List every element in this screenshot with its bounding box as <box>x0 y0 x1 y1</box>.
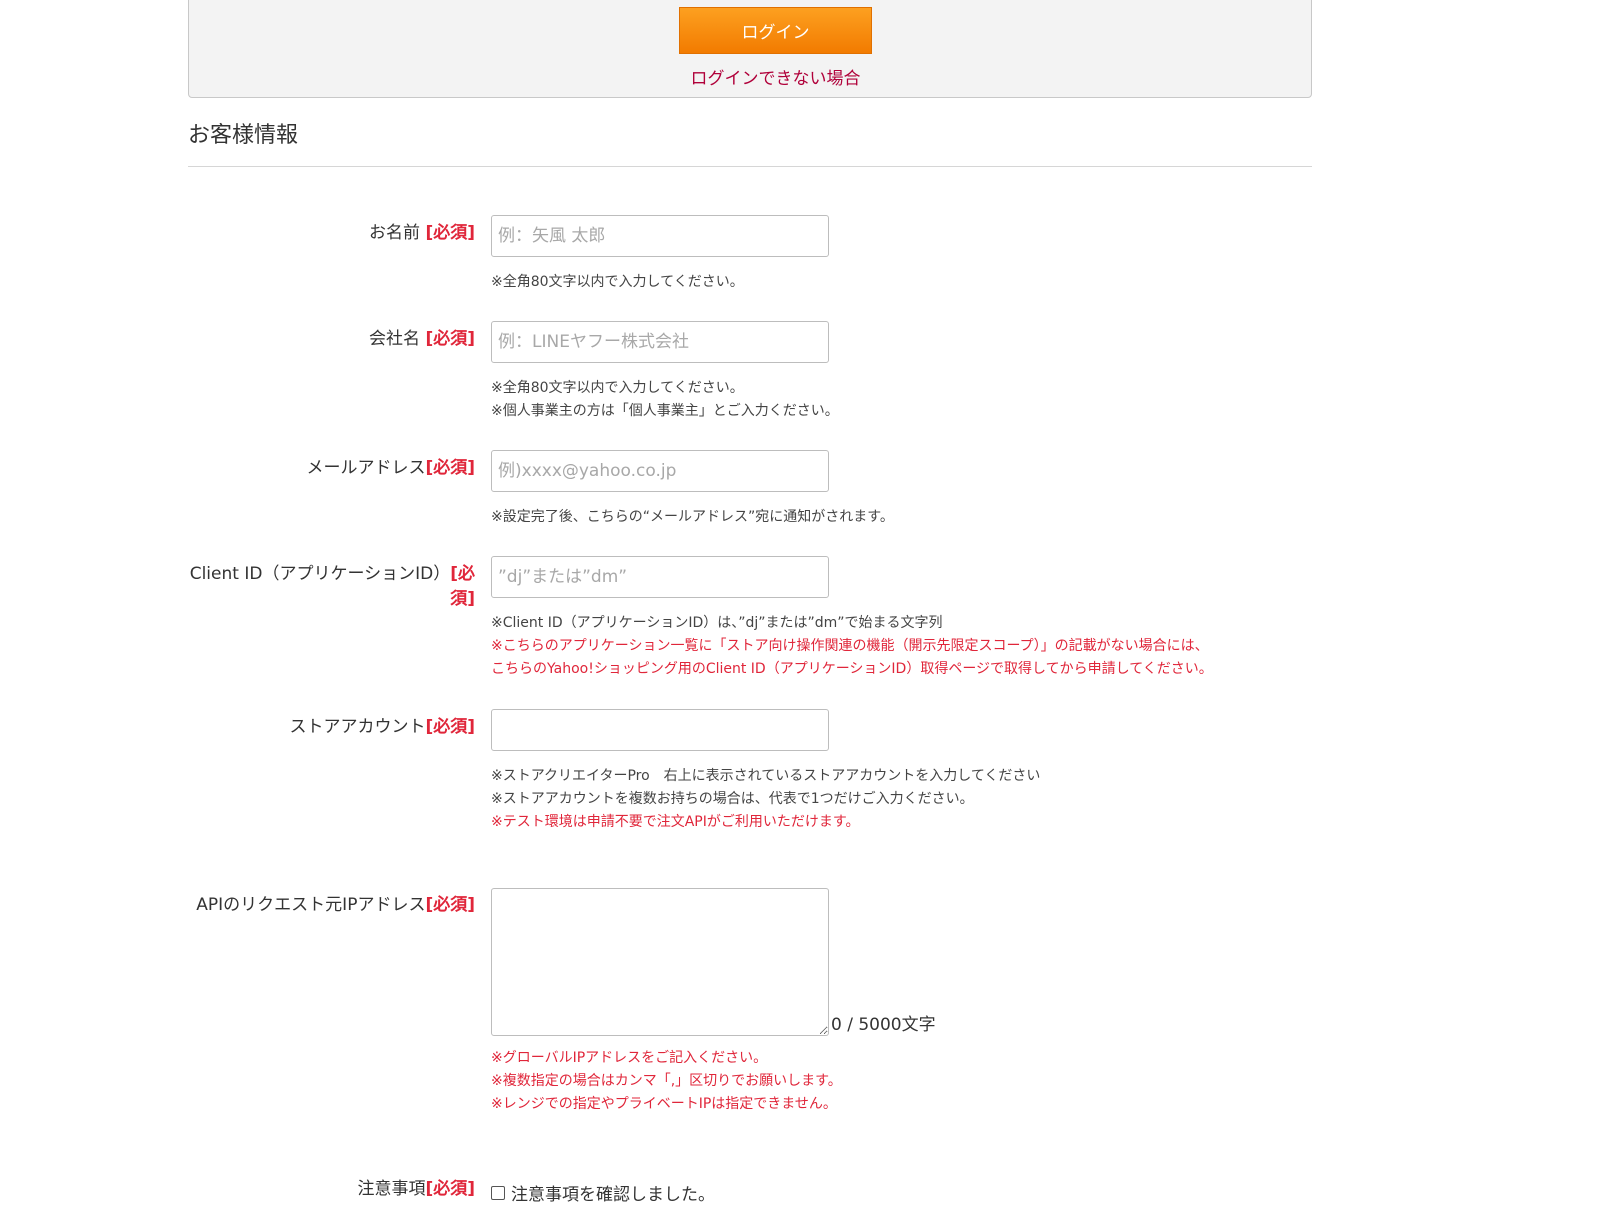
store-account-note: ※ストアクリエイターPro 右上に表示されているストアアカウントを入力してくださ… <box>491 768 1041 784</box>
notice-checkbox-row[interactable]: 注意事項を確認しました。 <box>491 1180 715 1205</box>
ip-address-label-text: APIのリクエスト元IPアドレス <box>196 895 426 915</box>
company-note: ※個人事業主の方は「個人事業主」とご入力ください。 <box>491 403 839 419</box>
required-badge: [必須] <box>425 223 475 243</box>
store-account-label: ストアアカウント[必須] <box>289 715 475 740</box>
ip-address-label: APIのリクエスト元IPアドレス[必須] <box>196 893 475 918</box>
notice-checkbox-label[interactable]: 注意事項を確認しました。 <box>511 1180 715 1205</box>
login-help-link[interactable]: ログインできない場合 <box>600 64 951 89</box>
company-label: 会社名 [必須] <box>369 327 475 352</box>
name-label: お名前 [必須] <box>369 221 475 246</box>
name-note: ※全角80文字以内で入力してください。 <box>491 274 744 290</box>
company-input[interactable] <box>491 321 829 363</box>
section-divider <box>188 166 1312 167</box>
required-badge: [必須] <box>450 564 475 609</box>
name-input[interactable] <box>491 215 829 257</box>
store-account-note: ※ストアアカウントを複数お持ちの場合は、代表で1つだけご入力ください。 <box>491 791 974 807</box>
client-id-note: ※Client ID（アプリケーションID）は、”dj”または”dm”で始まる文… <box>491 615 943 631</box>
ip-address-warning: ※複数指定の場合はカンマ「,」区切りでお願いします。 <box>491 1073 842 1089</box>
email-label: メールアドレス[必須] <box>306 456 475 481</box>
required-badge: [必須] <box>425 329 475 349</box>
email-input[interactable] <box>491 450 829 492</box>
required-badge: [必須] <box>425 1179 475 1199</box>
notice-label: 注意事項[必須] <box>357 1177 475 1202</box>
ip-address-warning: ※グローバルIPアドレスをご記入ください。 <box>491 1050 768 1066</box>
email-label-text: メールアドレス <box>306 458 426 478</box>
section-title: お客様情報 <box>188 123 299 148</box>
client-id-label: Client ID（アプリケーションID）[必須] <box>185 562 475 612</box>
required-badge: [必須] <box>425 895 475 915</box>
store-account-warning: ※テスト環境は申請不要で注文APIがご利用いただけます。 <box>491 814 860 830</box>
char-counter: 0 / 5000文字 <box>831 1015 936 1035</box>
required-badge: [必須] <box>425 717 475 737</box>
ip-address-warning: ※レンジでの指定やプライベートIPは指定できません。 <box>491 1096 837 1112</box>
notice-checkbox[interactable] <box>491 1185 505 1200</box>
client-id-warning: こちらのYahoo!ショッピング用のClient ID（アプリケーションID）取… <box>491 661 1213 677</box>
company-label-text: 会社名 <box>369 329 426 349</box>
ip-address-textarea[interactable] <box>491 888 829 1036</box>
client-id-warning: ※こちらのアプリケーション一覧に「ストア向け操作関連の機能（開示先限定スコープ）… <box>491 638 1209 654</box>
notice-label-text: 注意事項 <box>357 1179 426 1199</box>
required-badge: [必須] <box>425 458 475 478</box>
login-button[interactable]: ログイン <box>679 7 872 54</box>
store-account-input[interactable] <box>491 709 829 751</box>
name-label-text: お名前 <box>369 223 426 243</box>
email-note: ※設定完了後、こちらの“メールアドレス”宛に通知がされます。 <box>491 509 894 525</box>
store-account-label-text: ストアアカウント <box>289 717 426 737</box>
company-note: ※全角80文字以内で入力してください。 <box>491 380 744 396</box>
client-id-input[interactable] <box>491 556 829 598</box>
client-id-label-text: Client ID（アプリケーションID） <box>189 564 451 584</box>
